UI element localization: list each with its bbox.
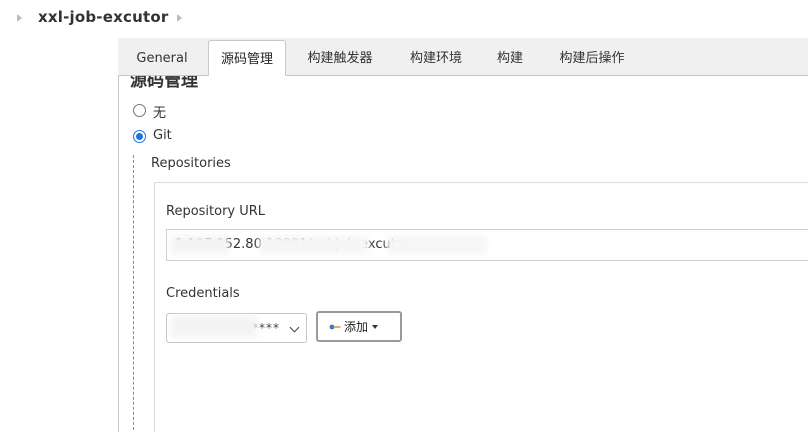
redaction-blur — [171, 316, 257, 338]
repositories-title: Repositories — [151, 156, 231, 171]
redaction-blur — [387, 236, 487, 254]
git-section-dashed-border — [133, 155, 134, 432]
config-tab-bar: General 源码管理 构建触发器 构建环境 构建 构建后操作 — [118, 38, 808, 76]
chevron-right-icon[interactable] — [177, 14, 182, 22]
redaction-blur — [259, 236, 369, 254]
add-button-label: 添加 — [344, 320, 369, 334]
tab-build-triggers[interactable]: 构建触发器 — [298, 38, 382, 76]
add-credentials-button[interactable]: 添加 — [316, 311, 402, 342]
tab-general[interactable]: General — [130, 38, 194, 76]
key-icon — [329, 324, 341, 330]
chevron-right-icon — [17, 14, 22, 22]
section-heading-scm: 源码管理 — [130, 76, 198, 91]
left-whitespace — [0, 38, 118, 432]
radio-none[interactable] — [133, 104, 146, 117]
radio-git[interactable] — [133, 130, 146, 143]
tab-build[interactable]: 构建 — [488, 38, 532, 76]
chevron-down-icon — [289, 322, 300, 333]
breadcrumb: xxl-job-excutor — [0, 0, 808, 38]
breadcrumb-job-name[interactable]: xxl-job-excutor — [38, 8, 168, 26]
radio-git-label: Git — [153, 128, 172, 143]
tab-build-environment[interactable]: 构建环境 — [400, 38, 472, 76]
credentials-label: Credentials — [166, 286, 240, 301]
redaction-blur — [171, 236, 229, 254]
tab-post-build-actions[interactable]: 构建后操作 — [548, 38, 636, 76]
repository-box — [154, 182, 808, 432]
tab-source-code-management[interactable]: 源码管理 — [208, 40, 286, 76]
scm-panel: 源码管理 无 Git Repositories Repository URL 1… — [118, 76, 808, 432]
repository-url-label: Repository URL — [166, 204, 266, 219]
caret-down-icon — [372, 325, 378, 329]
radio-none-label: 无 — [153, 106, 167, 121]
